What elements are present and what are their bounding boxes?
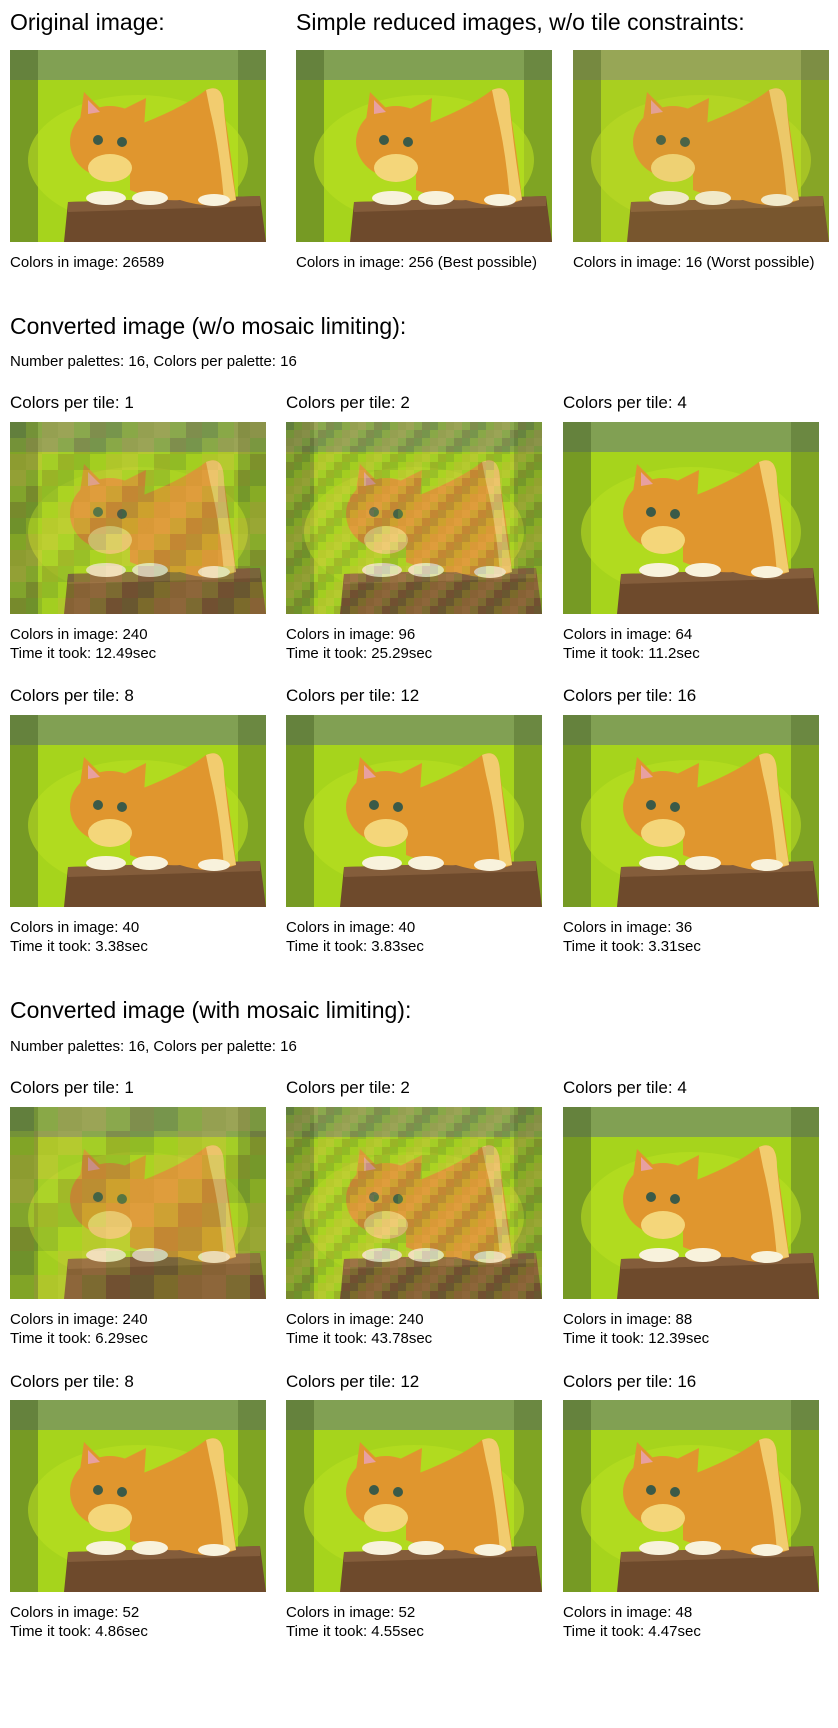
tile-label: Colors per tile: 8 [10, 1372, 134, 1391]
colors-in-image-text: Colors in image: 40 [10, 919, 140, 936]
time-taken-text: Time it took: 11.2sec [563, 645, 700, 662]
original-colors-caption: Colors in image: 26589 [10, 254, 165, 271]
section-title-without-mosaic: Converted image (w/o mosaic limiting): [10, 313, 407, 339]
kitten-result-image [286, 1107, 542, 1299]
tile-label: Colors per tile: 4 [563, 1078, 687, 1097]
original-kitten-image [10, 50, 266, 242]
colors-in-image-text: Colors in image: 88 [563, 1311, 693, 1328]
tile-label: Colors per tile: 12 [286, 1372, 420, 1391]
kitten-result-image [286, 715, 542, 907]
tile-label: Colors per tile: 2 [286, 1078, 410, 1097]
kitten-result-image [563, 1400, 819, 1592]
section-subtitle-with-mosaic: Number palettes: 16, Colors per palette:… [10, 1038, 297, 1055]
tile-label: Colors per tile: 1 [10, 393, 134, 412]
time-taken-text: Time it took: 4.86sec [10, 1623, 148, 1640]
colors-in-image-text: Colors in image: 64 [563, 626, 693, 643]
colors-in-image-text: Colors in image: 36 [563, 919, 693, 936]
simple-reduced-title: Simple reduced images, w/o tile constrai… [296, 9, 745, 35]
tile-label: Colors per tile: 4 [563, 393, 687, 412]
colors-in-image-text: Colors in image: 240 [286, 1311, 424, 1328]
time-taken-text: Time it took: 4.55sec [286, 1623, 424, 1640]
colors-in-image-text: Colors in image: 96 [286, 626, 416, 643]
section-title-with-mosaic: Converted image (with mosaic limiting): [10, 997, 412, 1023]
kitten-result-image [563, 1107, 819, 1299]
tile-label: Colors per tile: 12 [286, 686, 420, 705]
time-taken-text: Time it took: 12.49sec [10, 645, 157, 662]
worst-colors-caption: Colors in image: 16 (Worst possible) [573, 254, 815, 271]
kitten-result-image [10, 1107, 266, 1299]
worst-reduced-kitten-image [573, 50, 829, 242]
colors-in-image-text: Colors in image: 52 [286, 1604, 416, 1621]
colors-in-image-text: Colors in image: 240 [10, 626, 148, 643]
tile-label: Colors per tile: 1 [10, 1078, 134, 1097]
tile-label: Colors per tile: 16 [563, 686, 697, 705]
colors-in-image-text: Colors in image: 240 [10, 1311, 148, 1328]
time-taken-text: Time it took: 4.47sec [563, 1623, 701, 1640]
colors-in-image-text: Colors in image: 48 [563, 1604, 693, 1621]
time-taken-text: Time it took: 3.38sec [10, 938, 148, 955]
colors-in-image-text: Colors in image: 52 [10, 1604, 140, 1621]
tile-label: Colors per tile: 8 [10, 686, 134, 705]
time-taken-text: Time it took: 12.39sec [563, 1330, 710, 1347]
tile-label: Colors per tile: 2 [286, 393, 410, 412]
tile-label: Colors per tile: 16 [563, 1372, 697, 1391]
best-colors-caption: Colors in image: 256 (Best possible) [296, 254, 537, 271]
time-taken-text: Time it took: 3.31sec [563, 938, 701, 955]
time-taken-text: Time it took: 6.29sec [10, 1330, 148, 1347]
section-subtitle-without-mosaic: Number palettes: 16, Colors per palette:… [10, 353, 297, 370]
kitten-result-image [286, 1400, 542, 1592]
kitten-result-image [10, 422, 266, 614]
kitten-result-image [563, 715, 819, 907]
kitten-result-image [10, 715, 266, 907]
time-taken-text: Time it took: 25.29sec [286, 645, 433, 662]
kitten-result-image [286, 422, 542, 614]
kitten-result-image [10, 1400, 266, 1592]
time-taken-text: Time it took: 43.78sec [286, 1330, 433, 1347]
time-taken-text: Time it took: 3.83sec [286, 938, 424, 955]
original-image-title: Original image: [10, 9, 165, 35]
colors-in-image-text: Colors in image: 40 [286, 919, 416, 936]
best-reduced-kitten-image [296, 50, 552, 242]
kitten-result-image [563, 422, 819, 614]
